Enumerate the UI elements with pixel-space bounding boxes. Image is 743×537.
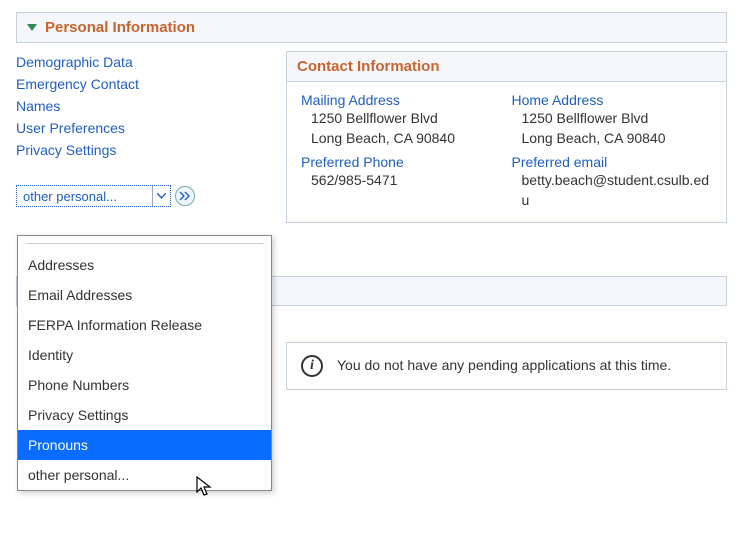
dropdown-item[interactable]: other personal... (18, 460, 271, 490)
dropdown-item[interactable]: Email Addresses (18, 280, 271, 310)
link-privacy-settings[interactable]: Privacy Settings (16, 139, 266, 161)
collapse-triangle-icon (27, 24, 37, 31)
other-personal-select[interactable]: other personal... (16, 185, 171, 207)
preferred-email-value: betty.beach@student.csulb.edu (522, 170, 713, 210)
link-demographic-data[interactable]: Demographic Data (16, 51, 266, 73)
contact-left-col: Mailing Address 1250 Bellflower Blvd Lon… (301, 92, 502, 210)
dropdown-item[interactable]: Addresses (18, 250, 271, 280)
dropdown-item[interactable]: Identity (18, 340, 271, 370)
dropdown-item[interactable]: FERPA Information Release (18, 310, 271, 340)
panel-title: Personal Information (45, 19, 195, 36)
link-user-preferences[interactable]: User Preferences (16, 117, 266, 139)
content-area: Demographic Data Emergency Contact Names… (16, 51, 727, 207)
select-row: other personal... (16, 185, 266, 207)
select-value: other personal... (23, 189, 117, 204)
other-personal-dropdown[interactable]: AddressesEmail AddressesFERPA Informatio… (17, 235, 272, 491)
contact-body: Mailing Address 1250 Bellflower Blvd Lon… (287, 82, 726, 222)
personal-info-header[interactable]: Personal Information (16, 12, 727, 43)
preferred-email-label[interactable]: Preferred email (512, 154, 713, 170)
notice-message: You do not have any pending applications… (337, 355, 671, 375)
personal-links: Demographic Data Emergency Contact Names… (16, 51, 266, 207)
mailing-address-label[interactable]: Mailing Address (301, 92, 502, 108)
preferred-phone-label[interactable]: Preferred Phone (301, 154, 502, 170)
info-icon: i (301, 355, 323, 377)
home-address-label[interactable]: Home Address (512, 92, 713, 108)
link-emergency-contact[interactable]: Emergency Contact (16, 73, 266, 95)
dropdown-separator (18, 236, 271, 250)
double-arrow-icon (179, 191, 191, 201)
home-line2: Long Beach, CA 90840 (522, 128, 713, 148)
dropdown-item[interactable]: Privacy Settings (18, 400, 271, 430)
preferred-phone-value: 562/985-5471 (311, 170, 502, 190)
dropdown-item[interactable]: Phone Numbers (18, 370, 271, 400)
link-names[interactable]: Names (16, 95, 266, 117)
notice-box: i You do not have any pending applicatio… (286, 342, 727, 390)
contact-information-box: Contact Information Mailing Address 1250… (286, 51, 727, 223)
mailing-line1: 1250 Bellflower Blvd (311, 108, 502, 128)
home-line1: 1250 Bellflower Blvd (522, 108, 713, 128)
go-button[interactable] (175, 186, 195, 206)
dropdown-item[interactable]: Pronouns (18, 430, 271, 460)
mailing-line2: Long Beach, CA 90840 (311, 128, 502, 148)
chevron-down-icon (152, 186, 170, 206)
contact-title: Contact Information (287, 52, 726, 82)
contact-right-col: Home Address 1250 Bellflower Blvd Long B… (512, 92, 713, 210)
